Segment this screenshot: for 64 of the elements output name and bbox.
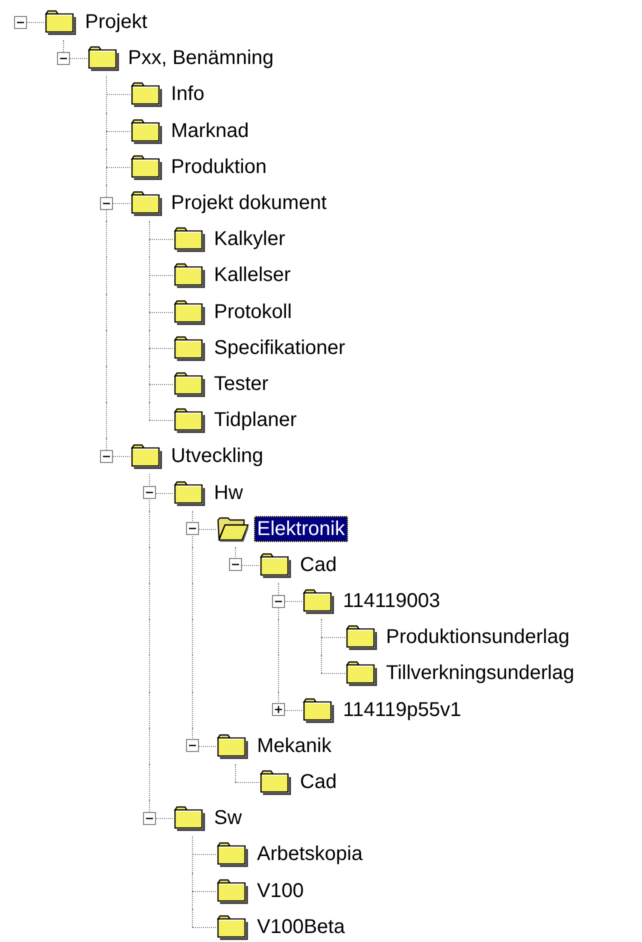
folder-icon [217, 878, 249, 904]
collapse-button[interactable] [143, 486, 156, 500]
open-folder-icon [217, 516, 249, 542]
folder-label[interactable]: Hw [211, 480, 246, 506]
folder-icon [260, 769, 292, 796]
folder-icon [174, 262, 206, 288]
folder-label[interactable]: Projekt [82, 9, 150, 36]
folder-label[interactable]: V100 [254, 878, 307, 904]
folder-label[interactable]: Kalkyler [211, 226, 288, 252]
folder-icon [217, 732, 249, 759]
collapse-button[interactable] [229, 558, 242, 572]
folder-icon [174, 226, 206, 252]
folder-label[interactable]: Protokoll [211, 298, 295, 325]
collapse-button[interactable] [186, 522, 199, 536]
folder-icon [88, 45, 120, 72]
folder-icon [260, 552, 292, 578]
folder-label[interactable]: Sw [211, 805, 245, 832]
folder-label[interactable]: Pxx, Benämning [125, 45, 277, 72]
folder-icon [303, 588, 335, 614]
collapse-button[interactable] [186, 739, 199, 752]
folder-icon [45, 9, 77, 36]
folder-label[interactable]: Projekt dokument [168, 190, 330, 216]
folder-label[interactable]: Tidplaner [211, 407, 300, 434]
folder-icon [131, 443, 163, 470]
collapse-button[interactable] [272, 594, 285, 608]
collapse-button[interactable] [100, 450, 113, 463]
folder-icon [174, 480, 206, 506]
folder-icon [346, 660, 378, 686]
folder-label[interactable]: Kallelser [211, 262, 294, 288]
folder-icon [346, 624, 378, 650]
folder-icon [174, 298, 206, 325]
folder-label[interactable]: Cad [297, 552, 340, 578]
folder-label[interactable]: Produktion [168, 154, 270, 180]
folder-icon [131, 190, 163, 216]
folder-icon [174, 805, 206, 832]
folder-icon [131, 81, 163, 108]
folder-label[interactable]: V100Beta [254, 914, 348, 940]
folder-label[interactable]: Mekanik [254, 732, 334, 759]
folder-label[interactable]: Tester [211, 370, 272, 397]
folder-label[interactable]: Info [168, 81, 208, 108]
plus-icon [274, 705, 283, 714]
folder-icon [303, 696, 335, 723]
folder-icon [174, 370, 206, 397]
folder-icon [174, 407, 206, 434]
folder-label[interactable]: Utveckling [168, 443, 266, 470]
folder-label[interactable]: 114119p55v1 [340, 696, 464, 723]
folder-icon [217, 841, 249, 868]
folder-icon [217, 914, 249, 940]
folder-label[interactable]: Specifikationer [211, 334, 348, 361]
folder-label[interactable]: 114119003 [340, 588, 444, 614]
folder-label[interactable]: Cad [297, 769, 340, 796]
folder-icon [131, 154, 163, 180]
folder-label[interactable]: Arbetskopia [254, 841, 366, 868]
collapse-button[interactable] [14, 16, 27, 29]
expand-button[interactable] [272, 703, 285, 716]
collapse-button[interactable] [143, 812, 156, 825]
folder-label[interactable]: Produktionsunderlag [383, 624, 572, 650]
collapse-button[interactable] [100, 196, 113, 210]
folder-label[interactable]: Elektronik [254, 516, 348, 542]
folder-icon [174, 334, 206, 361]
folder-icon [131, 118, 163, 144]
collapse-button[interactable] [57, 52, 70, 65]
folder-label[interactable]: Tillverkningsunderlag [383, 660, 578, 686]
folder-label[interactable]: Marknad [168, 118, 252, 144]
